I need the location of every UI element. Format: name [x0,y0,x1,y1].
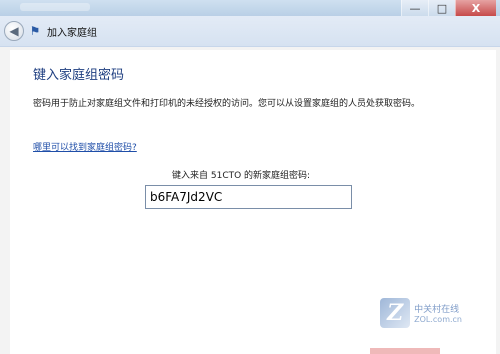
bottom-decoration [370,348,440,354]
password-prompt-label: 键入来自 51CTO 的新家庭组密码: [172,171,311,181]
close-button[interactable]: X [455,0,496,16]
zol-logo: Z [380,298,411,328]
description-text: 密码用于防止对家庭组文件和打印机的未经授权的访问。您可以从设置家庭组的人员处获取… [33,99,421,109]
watermark: Z 中关村在线 ZOL.com.cn [380,298,462,328]
page-heading: 键入家庭组密码 [33,68,125,83]
navigation-bar: ◀ ⚑ 加入家庭组 [0,16,500,47]
minimize-button[interactable]: — [401,0,428,16]
maximize-button[interactable]: □ [428,0,455,16]
homegroup-icon: ⚑ [29,24,41,38]
content-panel: 键入家庭组密码 密码用于防止对家庭组文件和打印机的未经授权的访问。您可以从设置家… [10,50,496,354]
password-input[interactable] [145,185,352,209]
watermark-line2: ZOL.com.cn [414,315,462,324]
help-link[interactable]: 哪里可以找到家庭组密码? [33,140,137,153]
title-text-blurred [20,3,90,11]
back-arrow-icon: ◀ [9,24,19,38]
nav-title: 加入家庭组 [47,28,97,39]
title-bar: — □ X [0,0,500,16]
watermark-text: 中关村在线 ZOL.com.cn [414,302,462,324]
window-controls: — □ X [401,0,496,16]
back-button[interactable]: ◀ [4,21,24,41]
watermark-line1: 中关村在线 [414,305,460,315]
